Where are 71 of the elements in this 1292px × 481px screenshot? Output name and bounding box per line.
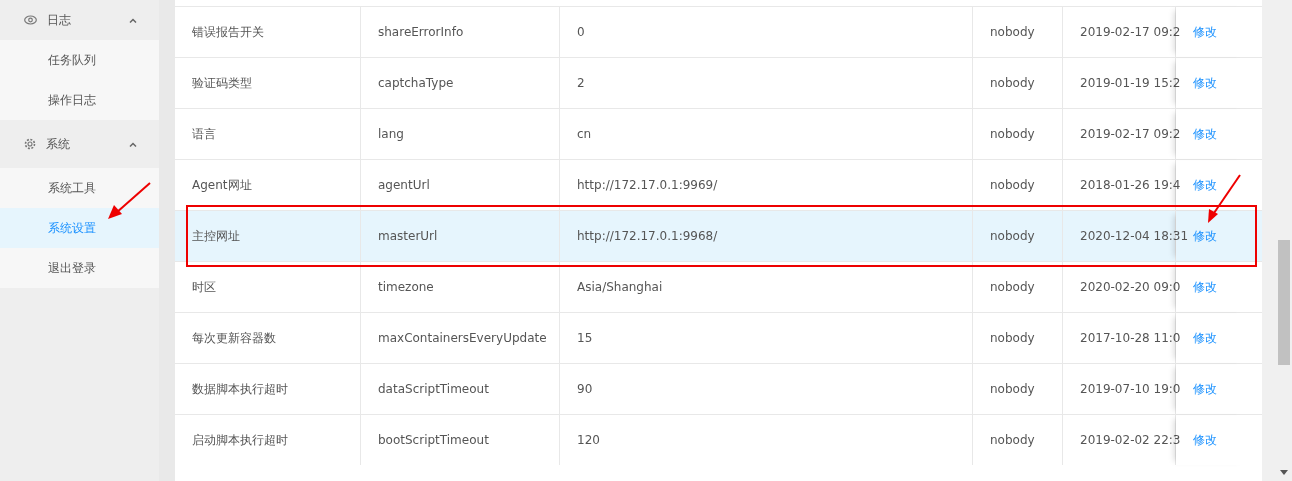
- sidebar-item[interactable]: 操作日志: [0, 80, 159, 120]
- eye-icon: [24, 15, 37, 25]
- sidebar-group-header[interactable]: 系统: [0, 120, 159, 168]
- table-cell-text: Agent网址: [192, 177, 252, 194]
- table-cell-text: Asia/Shanghai: [577, 279, 663, 296]
- table-cell-text: nobody: [990, 177, 1035, 194]
- sidebar-item[interactable]: 系统设置: [0, 208, 159, 248]
- edit-link[interactable]: 修改: [1193, 380, 1217, 398]
- edit-link[interactable]: 修改: [1193, 74, 1217, 92]
- arrow-drawing: [106, 181, 152, 221]
- table-cell-text: cn: [577, 126, 592, 143]
- table-cell-text: http://172.17.0.1:9969/: [577, 177, 718, 194]
- sidebar-group-label: 日志: [47, 12, 72, 29]
- scroll-down-icon[interactable]: [1280, 470, 1288, 475]
- sidebar-item[interactable]: 系统工具: [0, 168, 159, 208]
- table-cell-text: 验证码类型: [192, 75, 252, 92]
- caret-icon: [129, 17, 137, 23]
- edit-link[interactable]: 修改: [1193, 176, 1217, 194]
- table-cell-text: 0: [577, 24, 585, 41]
- table-cell-text: 主控网址: [192, 228, 240, 245]
- caret-icon: [129, 141, 137, 147]
- edit-link[interactable]: 修改: [1193, 227, 1217, 245]
- table-cell-text: nobody: [990, 432, 1035, 449]
- table-cell-text: nobody: [990, 75, 1035, 92]
- table-cell-text: 语言: [192, 126, 216, 143]
- table-cell-text: 2017-10-28 11:0: [1080, 330, 1181, 347]
- table-cell-text: nobody: [990, 279, 1035, 296]
- table-cell-text: 2019-01-19 15:2: [1080, 75, 1181, 92]
- table-cell-text: 2019-02-17 09:2: [1080, 24, 1181, 41]
- table-cell-text: 数据脚本执行超时: [192, 381, 288, 398]
- table-cell-text: nobody: [990, 24, 1035, 41]
- edit-link[interactable]: 修改: [1193, 125, 1217, 143]
- table-cell-text: agentUrl: [378, 177, 430, 194]
- table-cell-text: captchaType: [378, 75, 454, 92]
- edit-link[interactable]: 修改: [1193, 329, 1217, 347]
- table-cell-text: timezone: [378, 279, 434, 296]
- table-cell-text: 15: [577, 330, 593, 347]
- sidebar-item[interactable]: 任务队列: [0, 40, 159, 80]
- table-cell-text: http://172.17.0.1:9968/: [577, 228, 718, 245]
- table-cell-text: 2018-01-26 19:4: [1080, 177, 1181, 194]
- table-cell-text: 2020-02-20 09:0: [1080, 279, 1181, 296]
- sidebar-group-label: 系统: [46, 136, 71, 153]
- edit-link[interactable]: 修改: [1193, 278, 1217, 296]
- table-cell-text: lang: [378, 126, 404, 143]
- edit-link[interactable]: 修改: [1193, 23, 1217, 41]
- table-cell-text: 2019-02-02 22:3: [1080, 432, 1181, 449]
- table-cell-text: shareErrorInfo: [378, 24, 464, 41]
- table-cell-text: nobody: [990, 330, 1035, 347]
- scrollbar[interactable]: [1276, 0, 1292, 481]
- table-cell-text: 错误报告开关: [192, 24, 264, 41]
- table-cell-text: 90: [577, 381, 593, 398]
- table-cell-text: 2020-12-04 18:31: [1080, 228, 1189, 245]
- table-cell-text: 120: [577, 432, 600, 449]
- table-cell-text: 2019-02-17 09:2: [1080, 126, 1181, 143]
- table-cell-text: nobody: [990, 381, 1035, 398]
- table-cell-text: masterUrl: [378, 228, 438, 245]
- table-cell-text: nobody: [990, 228, 1035, 245]
- gear-icon: [24, 138, 36, 150]
- table-cell-text: dataScriptTimeout: [378, 381, 489, 398]
- table-cell-text: bootScriptTimeout: [378, 432, 489, 449]
- scrollbar-thumb[interactable]: [1278, 240, 1290, 365]
- sidebar-item[interactable]: 退出登录: [0, 248, 159, 288]
- table-cell-text: 2019-07-10 19:0: [1080, 381, 1181, 398]
- table-cell-text: nobody: [990, 126, 1035, 143]
- table-cell-text: 启动脚本执行超时: [192, 432, 288, 449]
- table-cell-text: maxContainersEveryUpdate: [378, 330, 547, 347]
- table-cell-text: 2: [577, 75, 585, 92]
- table-cell-text: 时区: [192, 279, 216, 296]
- sidebar-group-header[interactable]: 日志: [0, 0, 159, 40]
- table-cell-text: 每次更新容器数: [192, 330, 276, 347]
- edit-link[interactable]: 修改: [1193, 431, 1217, 449]
